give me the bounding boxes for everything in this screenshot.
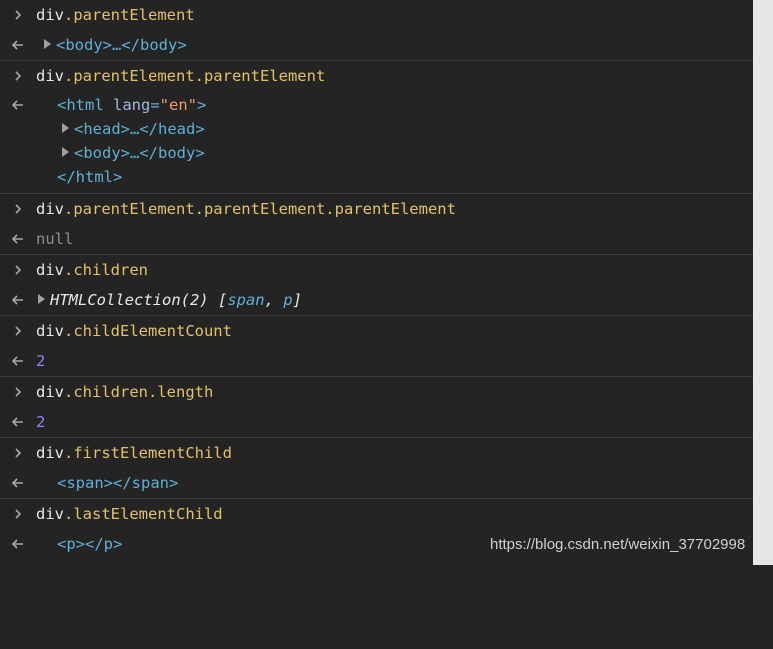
console-output-line: 2 (0, 346, 753, 376)
expand-triangle-icon[interactable] (38, 294, 45, 304)
input-object: div (36, 444, 64, 462)
result-arrow-icon (0, 30, 36, 60)
console-output-line: null (0, 224, 753, 254)
prompt-chevron-icon (0, 0, 36, 30)
html-open-tag-line[interactable]: <html lang="en"> (0, 93, 753, 117)
prompt-chevron-icon (0, 255, 36, 285)
prompt-chevron-icon (0, 499, 36, 529)
input-property: .lastElementChild (64, 505, 223, 523)
input-object: div (36, 261, 64, 279)
input-object: div (36, 6, 64, 24)
html-close-tag: </html> (57, 168, 123, 186)
prompt-chevron-icon (0, 316, 36, 346)
tree-child-row[interactable]: <body>…</body> (0, 141, 753, 165)
expand-triangle-icon[interactable] (62, 123, 69, 133)
input-object: div (36, 322, 64, 340)
expand-triangle-icon[interactable] (44, 39, 51, 49)
head-element[interactable]: <head>…</head> (74, 120, 205, 138)
console-input-line[interactable]: div.lastElementChild (0, 498, 753, 529)
console-input-line[interactable]: div.parentElement.parentElement (0, 60, 753, 91)
console-output-line: <body>…</body> (0, 30, 753, 60)
input-property: .children (64, 261, 148, 279)
body-element[interactable]: <body>…</body> (74, 144, 205, 162)
span-element[interactable]: <span></span> (57, 474, 178, 492)
number-value: 2 (36, 413, 46, 431)
console-panel: div.parentElement <body>…</body> div.par… (0, 0, 753, 565)
console-input-line[interactable]: div.parentElement (0, 0, 753, 30)
prompt-chevron-icon (0, 194, 36, 224)
input-property: .childElementCount (64, 322, 232, 340)
result-arrow-icon (0, 93, 36, 117)
result-arrow-icon (0, 529, 36, 559)
collapsed-element[interactable]: <body>…</body> (56, 36, 187, 54)
prompt-chevron-icon (0, 61, 36, 91)
input-property: .parentElement.parentElement (64, 67, 326, 85)
vertical-scrollbar[interactable] (753, 0, 773, 565)
attr-eq: = (150, 96, 160, 114)
collection-separator: , (264, 291, 284, 309)
collection-item-p: p (283, 291, 293, 309)
console-input-line[interactable]: div.firstElementChild (0, 437, 753, 468)
input-property: .children.length (64, 383, 214, 401)
result-arrow-icon (0, 407, 36, 437)
console-output-line: HTMLCollection(2) [span, p] (0, 285, 753, 315)
result-arrow-icon (0, 468, 36, 498)
attr-name: lang (113, 96, 151, 114)
tree-child-row[interactable]: <head>…</head> (0, 117, 753, 141)
null-value: null (36, 230, 74, 248)
input-object: div (36, 505, 64, 523)
result-arrow-icon (0, 346, 36, 376)
collection-end: ] (292, 291, 302, 309)
prompt-chevron-icon (0, 377, 36, 407)
attr-value: "en" (159, 96, 197, 114)
input-object: div (36, 200, 64, 218)
watermark-text: https://blog.csdn.net/weixin_37702998 (490, 536, 746, 553)
number-value: 2 (36, 352, 46, 370)
console-input-line[interactable]: div.childElementCount (0, 315, 753, 346)
console-input-line[interactable]: div.children (0, 254, 753, 285)
html-open-tag-end: > (197, 96, 207, 114)
collection-item-span: span (227, 291, 265, 309)
collection-label[interactable]: HTMLCollection(2) [ (50, 291, 227, 309)
console-input-line[interactable]: div.children.length (0, 376, 753, 407)
input-property: .firstElementChild (64, 444, 232, 462)
prompt-chevron-icon (0, 438, 36, 468)
input-property: .parentElement (64, 6, 195, 24)
console-input-line[interactable]: div.parentElement.parentElement.parentEl… (0, 193, 753, 224)
html-open-tag: <html (57, 96, 113, 114)
result-arrow-icon (0, 285, 36, 315)
input-property: .parentElement.parentElement.parentEleme… (64, 200, 456, 218)
input-object: div (36, 383, 64, 401)
p-element[interactable]: <p></p> (57, 535, 122, 553)
expand-triangle-icon[interactable] (62, 147, 69, 157)
console-output-line[interactable]: <span></span> (0, 468, 753, 498)
html-close-tag-line: </html> (0, 165, 753, 189)
input-object: div (36, 67, 64, 85)
console-output-block: <html lang="en"> <head>…</head> <body>…<… (0, 91, 753, 193)
console-output-line: 2 (0, 407, 753, 437)
result-arrow-icon (0, 224, 36, 254)
